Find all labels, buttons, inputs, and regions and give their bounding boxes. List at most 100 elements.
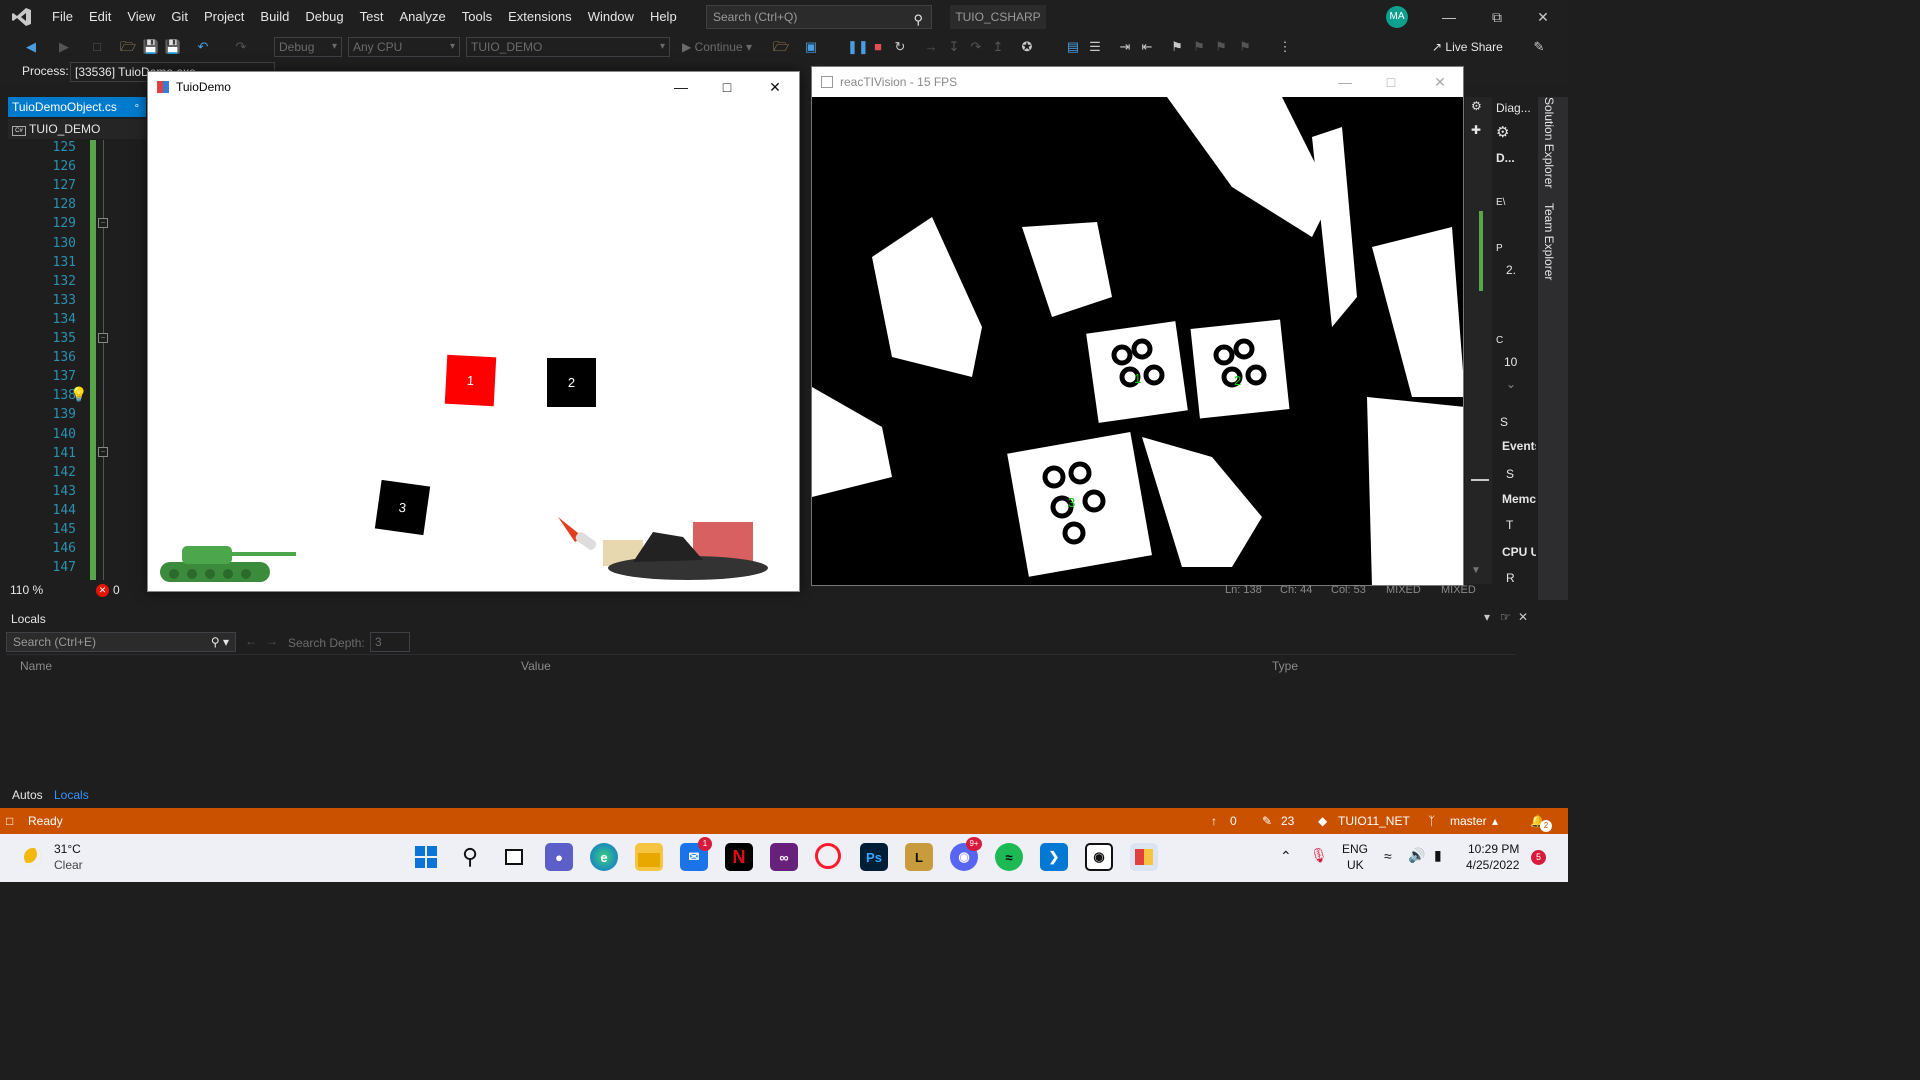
menu-build[interactable]: Build (252, 0, 297, 34)
open-folder-icon[interactable]: 🗁 (119, 38, 137, 56)
minimize-icon[interactable]: — (658, 72, 704, 102)
column-header-name[interactable]: Name (20, 659, 52, 673)
restart-icon[interactable]: ↻ (891, 38, 909, 56)
column-header-type[interactable]: Type (1272, 659, 1298, 673)
tuio-object-1[interactable]: 1 (444, 354, 497, 407)
summary-tab[interactable]: S (1500, 415, 1508, 429)
platform-select[interactable]: Any CPU (348, 37, 460, 57)
solution-explorer-tab[interactable]: Solution Explorer (1542, 97, 1556, 188)
volume-icon[interactable]: 🔊 (1408, 847, 1425, 864)
pending-changes-icon[interactable]: ✎ (1262, 814, 1272, 828)
events-expander[interactable]: E\ (1496, 197, 1505, 208)
screenshot-icon[interactable]: ▣ (802, 38, 820, 56)
photoshop-icon[interactable]: Ps (860, 843, 888, 871)
reactivision-icon[interactable]: ◉ (1085, 843, 1113, 871)
branch-icon[interactable]: ᛉ (1428, 814, 1435, 828)
maximize-icon[interactable]: □ (1368, 67, 1414, 97)
save-all-icon[interactable]: 💾 (164, 38, 182, 56)
tab-autos[interactable]: Autos (12, 786, 43, 804)
window-options-icon[interactable]: ▾ (1484, 610, 1490, 624)
tab-locals[interactable]: Locals (54, 786, 89, 804)
indent-icon[interactable]: ⇥ (1116, 38, 1134, 56)
visual-studio-icon[interactable]: ∞ (770, 843, 798, 871)
region-indicator[interactable]: UK (1347, 858, 1364, 872)
gear-icon[interactable]: ⚙ (1471, 99, 1482, 113)
menu-project[interactable]: Project (196, 0, 252, 34)
menu-file[interactable]: File (44, 0, 81, 34)
unpushed-commits-icon[interactable]: ↑ (1211, 814, 1217, 828)
cpu-expander[interactable]: C (1496, 335, 1503, 346)
search-input[interactable]: Search (Ctrl+Q) ⚲ (706, 5, 932, 29)
search-depth-select[interactable]: 3 (370, 632, 410, 652)
mail-icon[interactable]: ✉ 1 (680, 837, 712, 871)
task-view-icon[interactable] (500, 843, 528, 871)
search-forward-icon[interactable]: → (266, 634, 278, 648)
hot-reload-icon[interactable]: ✪ (1018, 38, 1036, 56)
close-icon[interactable]: ✕ (752, 72, 798, 102)
step-into-icon[interactable]: ↧ (945, 38, 963, 56)
restore-icon[interactable]: ⧉ (1474, 0, 1520, 34)
chevron-down-icon[interactable]: ⌄ (1506, 377, 1516, 391)
maximize-icon[interactable]: □ (704, 72, 750, 102)
startup-project-select[interactable]: TUIO_DEMO (466, 37, 670, 57)
continue-button[interactable]: ▶ Continue ▾ (682, 38, 752, 56)
clock-date[interactable]: 4/25/2022 (1466, 858, 1519, 872)
tuio-demo-title-bar[interactable]: TuioDemo — □ ✕ (148, 72, 799, 102)
line-endings-indicator[interactable]: MIXED (1386, 584, 1421, 596)
next-bookmark-icon[interactable]: ⚑ (1212, 38, 1230, 56)
stop-icon[interactable]: ■ (869, 38, 887, 56)
show-events-row[interactable]: S (1506, 467, 1514, 481)
pending-changes-count[interactable]: 23 (1281, 814, 1294, 828)
outdent-icon[interactable]: ⇤ (1138, 38, 1156, 56)
search-icon[interactable]: ⚲ (456, 843, 484, 871)
column-header-value[interactable]: Value (521, 659, 551, 673)
repository-name[interactable]: TUIO11_NET (1338, 814, 1410, 828)
pause-icon[interactable]: ❚❚ (847, 38, 869, 56)
encoding-indicator[interactable]: MIXED (1441, 584, 1476, 596)
unpushed-commits-count[interactable]: 0 (1230, 814, 1237, 828)
navigate-forward-icon[interactable]: ▶ (55, 38, 73, 56)
zoom-level[interactable]: 110 % (10, 583, 43, 597)
take-snapshot-row[interactable]: T (1506, 518, 1513, 532)
menu-help[interactable]: Help (642, 0, 685, 34)
weather-condition[interactable]: Clear (54, 858, 83, 872)
menu-tools[interactable]: Tools (454, 0, 500, 34)
avatar[interactable]: MA (1386, 6, 1408, 28)
search-backward-icon[interactable]: ← (245, 634, 257, 648)
editor-navigation-bar[interactable]: C# TUIO_DEMO (8, 119, 146, 139)
menu-extensions[interactable]: Extensions (500, 0, 580, 34)
record-cpu-profile-row[interactable]: R (1506, 571, 1515, 585)
minimize-icon[interactable]: — (1322, 67, 1368, 97)
folder-icon[interactable]: 🗁 (772, 38, 790, 56)
lightbulb-icon[interactable]: 💡 (70, 386, 87, 403)
error-icon[interactable]: ✕ (96, 584, 109, 597)
collapse-icon[interactable]: − (98, 218, 108, 228)
collapse-icon[interactable]: − (98, 447, 108, 457)
spotify-icon[interactable]: ≈ (995, 843, 1023, 871)
close-icon[interactable]: ✕ (1518, 610, 1528, 624)
menu-analyze[interactable]: Analyze (391, 0, 453, 34)
weather-moon-icon[interactable] (24, 848, 42, 866)
split-icon[interactable]: ✚ (1471, 123, 1481, 137)
tuio-demo-taskbar-icon[interactable] (1130, 843, 1158, 871)
vscode-icon[interactable]: ❯ (1040, 843, 1068, 871)
battery-icon[interactable]: ▮ (1434, 847, 1442, 864)
tuio-demo-window[interactable]: TuioDemo — □ ✕ 1 2 3 (147, 71, 800, 592)
show-next-statement-icon[interactable]: → (922, 38, 940, 56)
redo-icon[interactable]: ↷ (232, 38, 250, 56)
discord-icon[interactable]: ◉ 9+ (950, 837, 982, 871)
edge-icon[interactable]: e (590, 843, 618, 871)
weather-temperature[interactable]: 31°C (54, 842, 81, 856)
menu-debug[interactable]: Debug (297, 0, 351, 34)
pin-icon[interactable]: ☞ (1500, 610, 1511, 624)
diagnostic-title[interactable]: Diag... (1496, 101, 1531, 115)
settings-gear-icon[interactable]: ⚙ (1496, 123, 1509, 141)
toolbar-overflow-icon[interactable]: ⋮ (1276, 38, 1294, 56)
scroll-down-icon[interactable]: ▼ (1471, 565, 1481, 576)
feedback-icon[interactable]: ✎ (1530, 38, 1548, 56)
start-icon[interactable] (412, 843, 440, 871)
navigate-back-icon[interactable]: ◀ (22, 38, 40, 56)
undo-icon[interactable]: ↶ (194, 38, 212, 56)
prev-bookmark-icon[interactable]: ⚑ (1190, 38, 1208, 56)
thread-icon[interactable]: ▤ (1064, 38, 1082, 56)
